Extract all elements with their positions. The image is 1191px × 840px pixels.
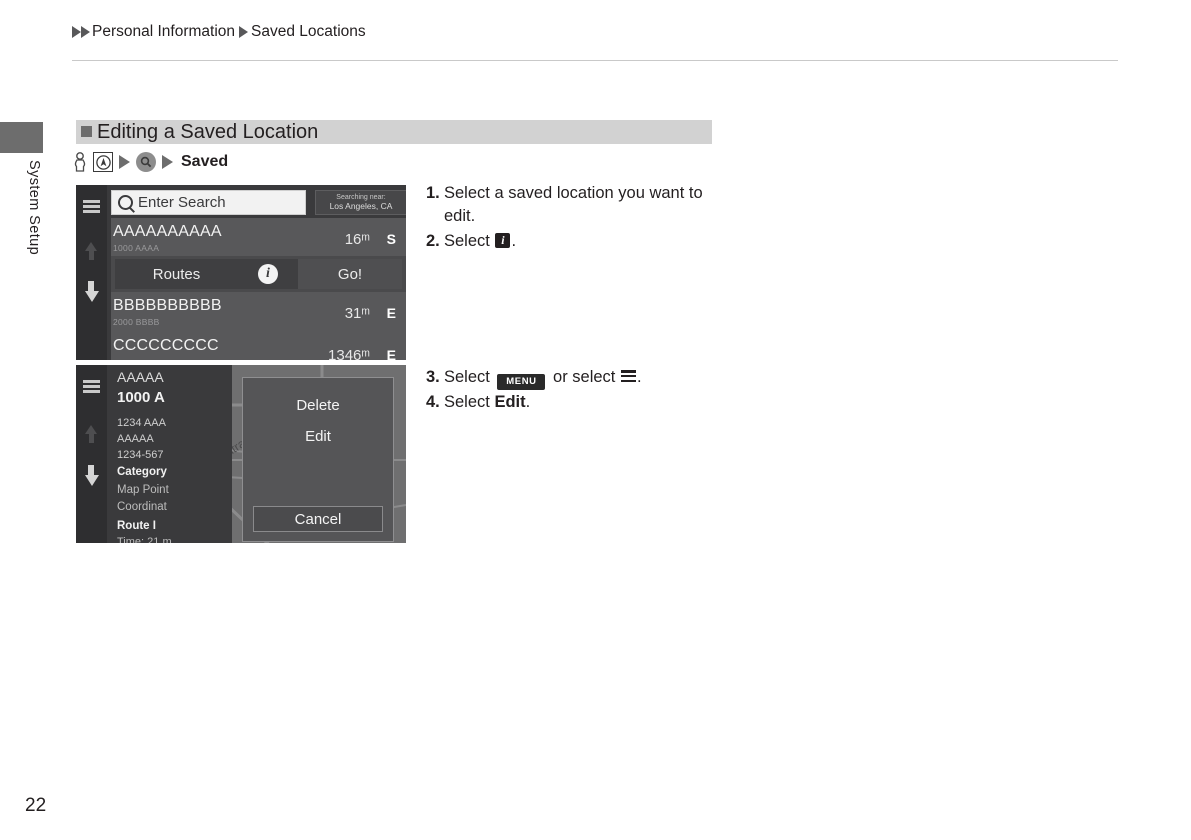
breadcrumb-arrow-icon (81, 26, 90, 38)
side-tab-label: System Setup (26, 160, 42, 256)
detail-address: 1234 AAA AAAAA 1234-567 (117, 417, 166, 461)
breadcrumb-arrow-icon (239, 26, 249, 38)
list-item-subtitle: 1000 AAAA (113, 243, 160, 253)
detail-title-line2: 1000 A (117, 389, 165, 406)
nav-sidebar (76, 185, 107, 360)
side-tab-marker (0, 122, 43, 153)
step-number: 1. (426, 184, 440, 202)
scroll-up-icon[interactable] (85, 425, 97, 434)
step-number: 4. (426, 393, 440, 411)
breadcrumb-item-personal-information: Personal Information (92, 23, 236, 40)
location-detail-pane: AAAAA 1000 A 1234 AAA AAAAA 1234-567 Cat… (107, 365, 232, 543)
step-text: Select MENU or select . (444, 366, 746, 390)
scroll-up-icon-stem (88, 434, 94, 443)
path-arrow-icon (162, 155, 173, 169)
detail-route-label: Route I (117, 520, 156, 532)
step-text-mid: or select (548, 368, 620, 386)
saved-location-detail-screenshot: Entrance Bow Ave Go! AAAAA 1000 A 1234 A… (76, 365, 406, 543)
list-item-name: AAAAAAAAAA (113, 223, 222, 240)
scroll-up-icon[interactable] (85, 242, 97, 251)
cancel-button[interactable]: Cancel (253, 506, 383, 532)
step-text-pre: Select (444, 231, 495, 250)
step-number: 2. (426, 231, 440, 250)
header-divider (72, 60, 1118, 61)
list-item-distance: 1346ᵐ (328, 347, 370, 360)
detail-category-label: Category (117, 466, 167, 478)
scroll-up-icon-stem (88, 251, 94, 260)
saved-locations-list-screenshot: Enter Search Searching near: Los Angeles… (76, 185, 406, 360)
scroll-down-icon[interactable] (85, 291, 99, 302)
list-icon (620, 370, 636, 384)
go-button[interactable]: Go! (298, 259, 402, 289)
searching-near-button[interactable]: Searching near: Los Angeles, CA (315, 190, 406, 215)
list-item-subtitle: 2000 BBBB (113, 317, 160, 327)
list-item[interactable]: AAAAAAAAAA 1000 AAAA 16ᵐ S (111, 218, 406, 257)
step-text-pre: Select (444, 393, 495, 411)
list-item-direction: E (386, 347, 396, 360)
nav-sidebar (76, 365, 107, 543)
page-number: 22 (25, 795, 47, 816)
search-icon (136, 152, 156, 172)
search-input[interactable]: Enter Search (111, 190, 306, 215)
list-item-name: BBBBBBBBBB (113, 297, 222, 314)
hand-icon (73, 152, 87, 172)
step-text-post: . (636, 368, 642, 386)
context-menu-popup: Delete Edit Cancel (242, 377, 394, 542)
list-item-action-bar: Routes i Go! (111, 256, 406, 292)
menu-item-edit[interactable]: Edit (243, 423, 393, 449)
scroll-down-icon[interactable] (85, 475, 99, 486)
info-button[interactable]: i (238, 259, 298, 289)
section-heading-square-icon (81, 126, 92, 137)
menu-button-icon: MENU (497, 374, 546, 390)
instruction-group-1: 1. Select a saved location you want to e… (426, 182, 726, 254)
search-placeholder: Enter Search (138, 194, 226, 211)
step-text: Select . (444, 230, 726, 253)
list-item[interactable]: BBBBBBBBBB 2000 BBBB 31ᵐ E (111, 292, 406, 332)
step-text-post: . (525, 393, 531, 411)
step-number: 3. (426, 368, 440, 386)
detail-route-value: Time: 21 m (117, 536, 172, 543)
path-arrow-icon (119, 155, 130, 169)
detail-category-value: Map Point Coordinat (117, 484, 169, 514)
routes-button[interactable]: Routes (115, 259, 238, 289)
list-item-distance: 16ᵐ (344, 231, 370, 248)
step-text: Select Edit. (444, 391, 746, 414)
instruction-step: 3. Select MENU or select . (426, 366, 746, 390)
search-row: Enter Search Searching near: Los Angeles… (111, 190, 406, 215)
instruction-step: 1. Select a saved location you want to e… (426, 182, 726, 229)
step-text-bold: Edit (494, 393, 526, 411)
breadcrumb-arrow-icon (72, 26, 81, 38)
search-magnifier-icon (118, 195, 133, 210)
list-item[interactable]: CCCCCCCCC 1346ᵐ E (111, 332, 406, 360)
searching-near-value: Los Angeles, CA (329, 200, 393, 211)
home-screen-icon (93, 152, 113, 172)
list-item-direction: S (386, 231, 396, 247)
step-text-pre: Select (444, 368, 495, 386)
detail-title-line1: AAAAA (117, 369, 164, 385)
instruction-group-2: 3. Select MENU or select . 4. Select Edi… (426, 366, 746, 415)
breadcrumb-item-saved-locations: Saved Locations (251, 23, 366, 40)
info-icon: i (258, 264, 278, 284)
menu-icon[interactable] (83, 380, 100, 393)
info-icon (495, 232, 511, 249)
list-item-name: CCCCCCCCC (113, 337, 219, 354)
step-text-post: . (511, 231, 517, 250)
navigation-path: Saved (73, 150, 228, 174)
instruction-step: 4. Select Edit. (426, 391, 746, 414)
list-item-direction: E (386, 305, 396, 321)
page-title: Editing a Saved Location (97, 121, 319, 143)
menu-icon[interactable] (83, 200, 100, 213)
instruction-step: 2. Select . (426, 230, 726, 253)
path-label-saved: Saved (181, 153, 229, 170)
step-text: Select a saved location you want to edit… (444, 184, 703, 226)
breadcrumb: Personal Information Saved Locations (72, 23, 367, 41)
list-item-distance: 31ᵐ (344, 305, 370, 322)
menu-item-delete[interactable]: Delete (243, 392, 393, 418)
